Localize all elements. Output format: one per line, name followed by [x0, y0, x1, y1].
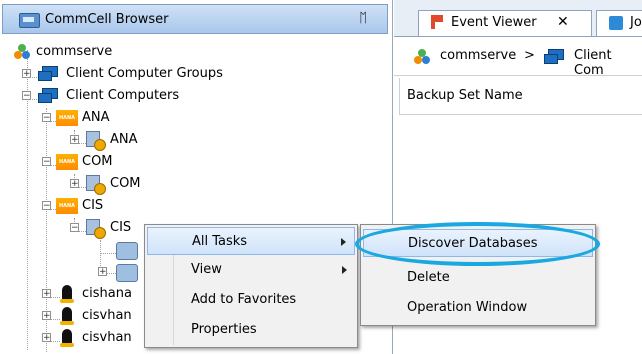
menu-item-label: Add to Favorites	[191, 292, 297, 307]
column-header-backup-set-name[interactable]: Backup Set Name	[407, 88, 523, 103]
expand-icon[interactable]: +	[22, 69, 31, 79]
tree-label-linux-2: cisvhan	[82, 308, 132, 323]
tree-label-ana-server: ANA	[110, 132, 138, 147]
database-icon	[116, 242, 138, 260]
close-icon[interactable]: ✕	[557, 14, 569, 30]
server-icon	[86, 219, 106, 239]
tree-label-linux-1: cishana	[82, 286, 132, 301]
menu-item-view[interactable]: View	[147, 256, 355, 284]
computers-icon	[38, 88, 58, 104]
menu-item-add-to-favorites[interactable]: Add to Favorites	[147, 286, 355, 314]
collapse-icon[interactable]: −	[42, 113, 51, 123]
tree-label-client-computer-groups: Client Computer Groups	[66, 66, 223, 81]
pin-icon[interactable]: ᛖ	[359, 11, 367, 26]
tab-jobs[interactable]: Jo	[596, 10, 642, 36]
menu-item-delete[interactable]: Delete	[363, 264, 593, 292]
submenu-arrow-icon	[342, 266, 347, 274]
collapse-icon[interactable]: −	[42, 201, 51, 211]
menu-item-all-tasks[interactable]: All Tasks	[147, 227, 355, 255]
linux-icon	[60, 329, 74, 347]
tree-label-cis-server: CIS	[110, 220, 132, 235]
menu-item-operation-window[interactable]: Operation Window	[363, 294, 593, 322]
flag-icon	[431, 15, 443, 29]
breadcrumb-client-computers[interactable]: Client Com	[574, 48, 642, 78]
expand-icon[interactable]: +	[70, 179, 79, 189]
commserve-icon	[414, 49, 430, 65]
collapse-icon[interactable]: −	[70, 223, 79, 233]
tab-bar: Event Viewer ✕ Jo	[394, 0, 642, 37]
breadcrumb-commserve[interactable]: commserve	[440, 48, 516, 63]
expand-icon[interactable]: +	[98, 267, 107, 277]
tab-label: Event Viewer	[451, 15, 537, 30]
tree-label-ana-group: ANA	[82, 110, 110, 125]
linux-icon	[60, 307, 74, 325]
hana-icon: HANA	[56, 110, 78, 126]
tab-event-viewer[interactable]: Event Viewer ✕	[418, 10, 592, 36]
submenu-arrow-icon	[341, 238, 346, 246]
tree-label-cis-group: CIS	[82, 198, 104, 213]
expand-icon[interactable]: +	[42, 311, 51, 321]
grid-header: Backup Set Name	[399, 78, 642, 115]
server-icon	[86, 131, 106, 151]
computer-group-icon	[38, 66, 58, 82]
tree-label-com-server: COM	[110, 176, 141, 191]
tab-label: Jo	[630, 15, 642, 30]
highlight-callout	[355, 222, 600, 266]
collapse-icon[interactable]: −	[22, 91, 31, 101]
tree-label-com-group: COM	[82, 154, 113, 169]
tree-label-commserve: commserve	[36, 44, 113, 59]
hana-icon: HANA	[56, 154, 78, 170]
tree-label-client-computers: Client Computers	[66, 88, 180, 103]
expand-icon[interactable]: +	[42, 333, 51, 343]
tree-node-database-2[interactable]: +	[98, 262, 142, 282]
tree-label-linux-3: cisvhan	[82, 330, 132, 345]
expand-icon[interactable]: +	[70, 135, 79, 145]
server-icon	[86, 175, 106, 195]
breadcrumb-separator: >	[524, 48, 535, 63]
menu-item-label: View	[191, 262, 222, 277]
hana-icon: HANA	[56, 198, 78, 214]
linux-icon	[60, 285, 74, 303]
computers-icon	[544, 49, 564, 65]
menu-item-label: All Tasks	[192, 234, 248, 249]
browser-icon	[19, 13, 40, 28]
menu-item-properties[interactable]: Properties	[147, 316, 355, 344]
collapse-icon[interactable]: −	[42, 157, 51, 167]
breadcrumb: commserve > Client Com	[394, 37, 642, 78]
menu-item-label: Properties	[191, 322, 257, 337]
job-controller-icon	[609, 16, 623, 30]
context-menu: All Tasks View Add to Favorites Properti…	[144, 224, 358, 348]
database-icon	[116, 264, 138, 282]
tree-node-database-1[interactable]	[116, 240, 140, 260]
browser-title: CommCell Browser	[45, 12, 169, 27]
commserve-icon	[14, 44, 30, 60]
menu-item-label: Operation Window	[407, 300, 528, 315]
expand-icon[interactable]: +	[42, 289, 51, 299]
menu-item-label: Delete	[407, 270, 450, 285]
browser-header: CommCell Browser ᛖ	[2, 4, 388, 34]
